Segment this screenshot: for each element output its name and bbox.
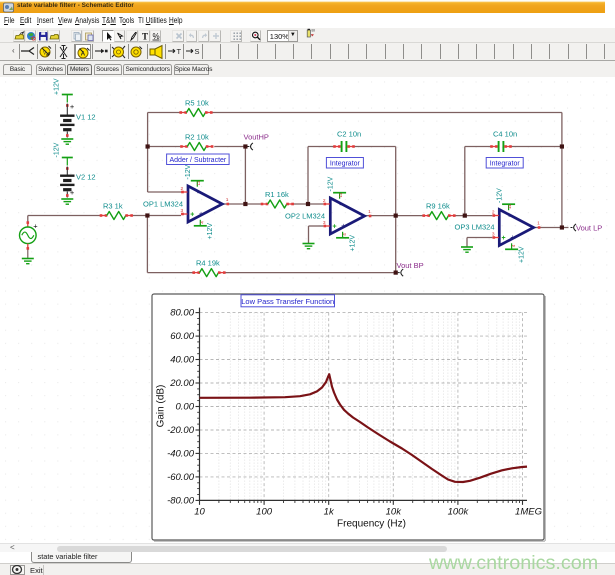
svg-text:0.00: 0.00 [176,402,195,413]
svg-text:Vout LP: Vout LP [576,224,602,233]
svg-text:10: 10 [194,506,205,517]
svg-text:20.00: 20.00 [169,378,194,389]
svg-text:3: 3 [181,208,184,214]
svg-text:-12V: -12V [54,142,61,157]
svg-text:1: 1 [368,209,371,215]
svg-text:BC: BC [311,29,315,33]
svg-text:R1 16k: R1 16k [265,190,289,199]
svg-text:100: 100 [256,506,273,517]
svg-text:OP2 LM324: OP2 LM324 [285,212,325,221]
svg-text:-60.00: -60.00 [167,472,195,483]
svg-text:-: - [339,200,342,209]
svg-text:-12V: -12V [327,176,334,191]
svg-text:Low Pass Transfer Function: Low Pass Transfer Function [241,297,334,306]
svg-text:OP1 LM324: OP1 LM324 [143,200,183,209]
svg-text:100k: 100k [448,506,470,517]
svg-text:+12V: +12V [518,246,525,263]
svg-text:2: 2 [492,210,495,216]
svg-text:3: 3 [492,232,495,238]
svg-text:Adder / Subtracter: Adder / Subtracter [169,157,226,164]
svg-text:VoutHP: VoutHP [244,133,269,142]
svg-text:-40.00: -40.00 [167,448,195,459]
svg-text:+: + [510,234,514,241]
svg-text:OP3 LM324: OP3 LM324 [455,223,495,232]
svg-text:+: + [333,224,337,231]
svg-text:-12V: -12V [496,188,503,203]
svg-text:+: + [190,212,194,219]
svg-text:+: + [70,102,75,111]
svg-text:+: + [199,211,203,218]
svg-text:+: + [502,235,506,242]
svg-text:40.00: 40.00 [170,355,194,366]
svg-text:-: - [508,212,511,221]
svg-text:-: - [197,188,200,197]
svg-text:11: 11 [507,204,512,209]
svg-text:Integrator: Integrator [330,160,361,167]
svg-text:60.00: 60.00 [170,331,194,342]
svg-text:+12V: +12V [54,78,61,95]
svg-text:11: 11 [196,180,201,185]
svg-text:+: + [33,222,38,231]
svg-text:T: T [177,47,182,56]
svg-text:Gain (dB): Gain (dB) [156,385,167,428]
svg-text:Frequency (Hz): Frequency (Hz) [337,518,406,529]
svg-text:4: 4 [200,221,205,224]
svg-text:-12V: -12V [185,164,192,179]
svg-text:S: S [195,47,200,56]
svg-text:+: + [70,188,75,197]
svg-text:A: A [80,52,85,58]
svg-text:+12V: +12V [349,235,356,252]
svg-text:2: 2 [181,186,184,192]
svg-text:3: 3 [323,220,326,226]
svg-text:V1 12: V1 12 [76,113,96,122]
svg-text:C4 10n: C4 10n [493,130,517,139]
svg-text:R2 10k: R2 10k [185,133,209,142]
svg-text:-80.00: -80.00 [167,495,195,506]
svg-text:V2 12: V2 12 [76,173,96,182]
svg-text:T: T [141,31,147,41]
svg-text:11: 11 [338,192,343,197]
svg-text:1k: 1k [324,506,335,517]
svg-text:4: 4 [342,233,347,236]
svg-text:2: 2 [323,198,326,204]
svg-text:10k: 10k [386,506,403,517]
svg-text:C2 10n: C2 10n [337,130,361,139]
svg-text:80.00: 80.00 [170,308,194,319]
svg-text:4: 4 [511,244,516,247]
svg-text:-20.00: -20.00 [167,425,195,436]
svg-text:1: 1 [226,197,229,203]
svg-text:1: 1 [537,220,540,226]
svg-text:Vout BP: Vout BP [397,261,424,270]
svg-text:R9 16k: R9 16k [426,202,450,211]
svg-text:R4 19k: R4 19k [196,259,220,268]
svg-text:+: + [341,223,345,230]
svg-text:R5 10k: R5 10k [185,99,209,108]
svg-text:Integrator: Integrator [490,160,521,167]
svg-text:1MEG: 1MEG [515,506,542,517]
svg-text:R3 1k: R3 1k [103,202,123,211]
svg-text:+12V: +12V [207,223,214,240]
